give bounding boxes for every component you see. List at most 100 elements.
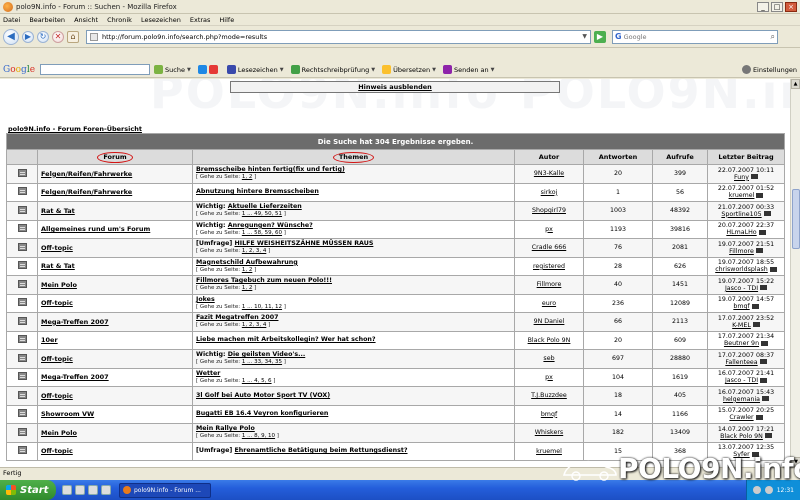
author-link[interactable]: registered: [533, 263, 565, 270]
url-input[interactable]: [102, 32, 583, 41]
page-links[interactable]: 1, 2: [242, 267, 253, 273]
forum-link[interactable]: Mega-Treffen 2007: [41, 373, 109, 381]
forum-link[interactable]: Off-topic: [41, 392, 73, 400]
forum-link[interactable]: Off-topic: [41, 299, 73, 307]
send-to-button[interactable]: Senden an ▼: [442, 65, 494, 74]
taskbar-firefox-window[interactable]: polo9N.info - Forum ...: [119, 482, 211, 498]
author-link[interactable]: seb: [543, 355, 554, 362]
goto-last-post-icon[interactable]: [755, 248, 763, 254]
vertical-scrollbar[interactable]: ▲ ▼: [790, 79, 800, 467]
home-icon[interactable]: ⌂: [67, 30, 79, 43]
topic-link[interactable]: HILFE WEISHEITSZÄHNE MÜSSEN RAUS: [235, 240, 374, 247]
goto-last-post-icon[interactable]: [751, 303, 759, 309]
scrollbar-thumb[interactable]: [792, 189, 800, 249]
page-links[interactable]: 1 ... 10, 11, 12: [242, 304, 282, 310]
author-link[interactable]: px: [545, 226, 553, 233]
forum-link[interactable]: Allgemeines rund um's Forum: [41, 225, 150, 233]
goto-last-post-icon[interactable]: [756, 192, 764, 198]
close-button[interactable]: ×: [785, 1, 797, 12]
forum-link[interactable]: Off-topic: [41, 244, 73, 252]
topic-link[interactable]: Fillmores Tagebuch zum neuen Polo!!!: [196, 277, 332, 284]
scroll-up-icon[interactable]: ▲: [791, 79, 800, 89]
author-link[interactable]: 9N3-Kalle: [534, 170, 564, 177]
quicklaunch-media-icon[interactable]: [101, 485, 111, 495]
goto-last-post-icon[interactable]: [761, 340, 769, 346]
back-arrow-icon[interactable]: ◀: [3, 28, 19, 45]
forum-link[interactable]: Felgen/Reifen/Fahrwerke: [41, 170, 132, 178]
breadcrumb[interactable]: polo9N.info - Forum Foren-Übersicht: [8, 125, 142, 133]
last-post-user[interactable]: helgemania: [723, 396, 760, 403]
goto-last-post-icon[interactable]: [758, 229, 766, 235]
page-links[interactable]: 1, 2: [242, 285, 253, 291]
web-search-box[interactable]: G ⌕: [612, 29, 778, 44]
menu-help[interactable]: Hilfe: [219, 16, 234, 24]
forum-link[interactable]: Rat & Tat: [41, 262, 75, 270]
goto-last-post-icon[interactable]: [752, 322, 760, 328]
goto-last-post-icon[interactable]: [763, 211, 771, 217]
goto-last-post-icon[interactable]: [751, 451, 759, 457]
author-link[interactable]: Whiskers: [535, 429, 563, 436]
page-links[interactable]: 1 ... 58, 59, 60: [242, 230, 282, 236]
topic-link[interactable]: Anregungen? Wünsche?: [228, 222, 313, 229]
author-link[interactable]: sirkoj: [541, 189, 558, 196]
goto-last-post-icon[interactable]: [755, 414, 763, 420]
author-link[interactable]: euro: [542, 300, 556, 307]
author-link[interactable]: kruemel: [536, 448, 562, 455]
last-post-user[interactable]: K-MEL: [732, 322, 751, 329]
tray-network-icon[interactable]: [752, 486, 761, 494]
goto-last-post-icon[interactable]: [759, 359, 767, 365]
spellcheck-button[interactable]: Rechtschreibprüfung ▼: [290, 65, 375, 74]
menu-view[interactable]: Ansicht: [74, 16, 98, 24]
google-toolbar-search-input[interactable]: [40, 64, 151, 75]
last-post-user[interactable]: chrisworldsplash: [715, 266, 768, 273]
topic-link[interactable]: Bugatti EB 16.4 Veyron konfigurieren: [196, 410, 328, 417]
quicklaunch-desktop-icon[interactable]: [62, 485, 72, 495]
author-link[interactable]: T.J.Buzzdee: [531, 392, 567, 399]
goto-last-post-icon[interactable]: [769, 266, 777, 272]
forum-link[interactable]: Mein Polo: [41, 429, 77, 437]
google-settings-button[interactable]: Einstellungen: [741, 65, 797, 74]
stop-icon[interactable]: ✕: [52, 30, 64, 43]
start-button[interactable]: Start: [0, 480, 56, 500]
topic-link[interactable]: Jokes: [196, 296, 215, 303]
goto-last-post-icon[interactable]: [751, 174, 758, 180]
quicklaunch-firefox-icon[interactable]: [88, 485, 98, 495]
last-post-user[interactable]: Black Polo 9N: [720, 433, 763, 440]
forward-arrow-icon[interactable]: ▶: [22, 30, 34, 43]
last-post-user[interactable]: Sportline105: [721, 211, 761, 218]
topic-link[interactable]: Fazit Megatreffen 2007: [196, 314, 278, 321]
topic-link[interactable]: Bremsscheibe hinten fertig(fix und ferti…: [196, 166, 345, 173]
author-link[interactable]: 9N Daniel: [534, 318, 565, 325]
last-post-user[interactable]: Beutner 9n: [724, 340, 759, 347]
url-dropdown-icon[interactable]: ▼: [582, 33, 587, 40]
web-search-input[interactable]: [623, 32, 771, 41]
forum-link[interactable]: Rat & Tat: [41, 207, 75, 215]
last-post-user[interactable]: Crawler: [729, 414, 753, 421]
author-link[interactable]: px: [545, 374, 553, 381]
last-post-user[interactable]: bmqf: [733, 303, 749, 310]
page-links[interactable]: 1, 2, 3, 4: [242, 322, 267, 328]
last-post-user[interactable]: Fillmore: [729, 248, 754, 255]
forum-link[interactable]: Mein Polo: [41, 281, 77, 289]
last-post-user[interactable]: Jasco - TDI: [725, 285, 758, 292]
last-post-user[interactable]: Funy: [734, 174, 749, 181]
goto-last-post-icon[interactable]: [762, 396, 770, 402]
reload-icon[interactable]: ↻: [37, 30, 49, 43]
last-post-user[interactable]: kruemel: [729, 192, 755, 199]
last-post-user[interactable]: Jasco - TDI: [725, 377, 758, 384]
topic-link[interactable]: Mein Rallye Polo: [196, 425, 255, 432]
quicklaunch-browser-icon[interactable]: [75, 485, 85, 495]
maximize-button[interactable]: □: [771, 1, 783, 12]
topic-link[interactable]: Liebe machen mit Arbeitskollegin? Wer ha…: [196, 336, 376, 343]
google-search-button[interactable]: Suche ▼: [154, 65, 191, 74]
topic-link[interactable]: 3l Golf bei Auto Motor Sport TV (VOX): [196, 392, 330, 399]
author-link[interactable]: Fillmore: [537, 281, 562, 288]
page-links[interactable]: 1 ... 4, 5, 6: [242, 378, 272, 384]
topic-link[interactable]: Abnutzung hintere Bremsscheiben: [196, 188, 319, 195]
forum-link[interactable]: Off-topic: [41, 355, 73, 363]
goto-last-post-icon[interactable]: [760, 377, 768, 383]
menu-bookmarks[interactable]: Lesezeichen: [141, 16, 181, 24]
author-link[interactable]: Cradle 666: [532, 244, 567, 251]
last-post-user[interactable]: HLmaLHo: [726, 229, 756, 236]
go-arrow-icon[interactable]: ▶: [594, 30, 606, 43]
